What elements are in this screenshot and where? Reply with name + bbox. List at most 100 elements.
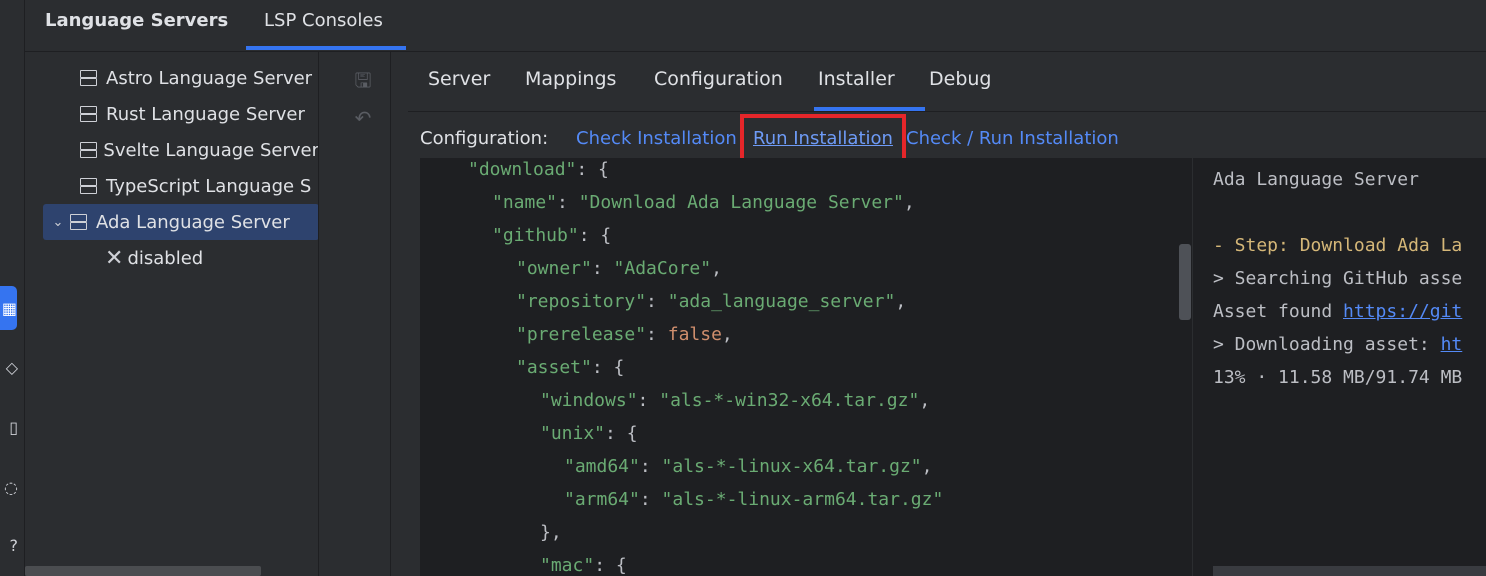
tree-item-typescript[interactable]: TypeScript Language S (25, 168, 318, 204)
json-key: "amd64" (564, 456, 640, 477)
json-punct: : (646, 324, 668, 345)
console-text: - Step: Download Ada La (1213, 235, 1463, 256)
console-text: 13% · 11.58 MB/91.74 MB (1213, 367, 1463, 388)
tab-server[interactable]: Server (428, 68, 490, 90)
console-line: 13% · 11.58 MB/91.74 MB (1213, 368, 1462, 392)
code-line: "asset": { (516, 358, 624, 391)
tree-item-rust[interactable]: Rust Language Server (25, 96, 318, 132)
json-punct: : (646, 291, 668, 312)
check-run-installation-link[interactable]: Check / Run Installation (906, 128, 1119, 149)
json-punct: , (721, 324, 733, 345)
json-key: "owner" (516, 258, 592, 279)
json-punct: , (895, 291, 907, 312)
console-link[interactable]: ht (1441, 334, 1463, 355)
code-line: "github": { (492, 226, 611, 259)
json-punct: , (921, 456, 933, 477)
code-line: "repository": "ada_language_server", (516, 292, 906, 325)
json-key: "windows" (540, 390, 638, 411)
json-key: "asset" (516, 357, 592, 378)
json-key: "repository" (516, 291, 647, 312)
save-icon[interactable]: 🖫 (351, 68, 375, 92)
json-punct: : (591, 258, 614, 279)
code-line: "arm64": "als-*-linux-arm64.tar.gz" (564, 490, 943, 523)
tree-item-label: Ada Language Server (96, 211, 290, 233)
console-text: > Downloading asset: (1213, 334, 1441, 355)
installer-json-editor[interactable]: "download": {"name": "Download Ada Langu… (420, 158, 1192, 576)
tree-item-label: TypeScript Language S (106, 175, 312, 197)
language-server-tree: Astro Language Server Rust Language Serv… (25, 52, 319, 576)
active-subtab-indicator (814, 107, 925, 111)
tree-item-label: Astro Language Server (106, 67, 313, 89)
json-string: "als-*-win32-x64.tar.gz" (659, 390, 920, 411)
console-line: > Downloading asset: ht (1213, 335, 1462, 359)
structure-icon[interactable]: ▦ (0, 286, 17, 330)
server-icon (79, 141, 98, 159)
json-punct: , (711, 258, 722, 279)
json-punct: }, (540, 522, 562, 543)
json-key: "mac" (540, 555, 595, 576)
json-punct: : (639, 456, 662, 477)
console-line: Ada Language Server (1213, 170, 1419, 194)
server-icon (69, 213, 88, 231)
code-line: "amd64": "als-*-linux-x64.tar.gz", (564, 457, 932, 490)
json-string: "als-*-linux-x64.tar.gz" (661, 456, 922, 477)
tree-item-label: Svelte Language Server (103, 139, 319, 161)
json-key: "prerelease" (516, 324, 647, 345)
json-key: "github" (492, 225, 579, 246)
json-punct: , (903, 192, 915, 213)
check-installation-link[interactable]: Check Installation (576, 128, 737, 149)
json-key: "download" (468, 159, 577, 180)
tree-item-astro[interactable]: Astro Language Server (25, 60, 318, 96)
installer-console[interactable]: Ada Language Server - Step: Download Ada … (1193, 158, 1486, 576)
json-punct: : (637, 390, 660, 411)
code-line: "prerelease": false, (516, 325, 733, 358)
console-line: - Step: Download Ada La (1213, 236, 1462, 260)
problems-icon[interactable]: ◌ (0, 472, 18, 502)
detail-tabs: Server Mappings Configuration Installer … (408, 52, 1486, 112)
code-line: "download": { (468, 160, 609, 193)
server-icon (79, 105, 98, 123)
json-punct: : { (578, 225, 612, 246)
json-punct: : { (576, 159, 609, 180)
code-line: "mac": { (540, 556, 627, 576)
json-key: "unix" (540, 423, 606, 444)
tab-mappings[interactable]: Mappings (525, 68, 616, 90)
services-icon[interactable]: ◇ (0, 352, 18, 382)
close-icon: ✕ (105, 245, 124, 271)
active-tab-indicator (246, 46, 406, 50)
vertical-scrollbar[interactable] (1179, 244, 1191, 320)
tree-item-label: disabled (127, 247, 204, 269)
undo-icon[interactable]: ↶ (351, 106, 375, 130)
tree-item-svelte[interactable]: Svelte Language Server (25, 132, 319, 168)
tab-language-servers[interactable]: Language Servers (27, 0, 246, 52)
tree-item-disabled[interactable]: ✕ disabled (25, 240, 318, 276)
json-string: "als-*-linux-arm64.tar.gz" (661, 489, 944, 510)
console-line: > Searching GitHub asse (1213, 269, 1462, 293)
horizontal-scrollbar[interactable] (1213, 566, 1486, 576)
json-key: "arm64" (564, 489, 640, 510)
chevron-down-icon[interactable]: ⌄ (47, 215, 69, 230)
action-toolbar: 🖫 ↶ (319, 52, 391, 576)
tab-lsp-consoles[interactable]: LSP Consoles (246, 0, 401, 52)
tab-installer[interactable]: Installer (818, 68, 895, 90)
tool-window-strip: ▦ ◇ ▯ ◌ ? (0, 0, 25, 576)
help-icon[interactable]: ? (0, 530, 19, 560)
tab-debug[interactable]: Debug (929, 68, 991, 90)
horizontal-scrollbar[interactable] (25, 566, 261, 576)
code-line: "name": "Download Ada Language Server", (492, 193, 915, 226)
json-punct: , (919, 390, 931, 411)
code-line: "owner": "AdaCore", (516, 259, 722, 292)
json-string: "ada_language_server" (667, 291, 896, 312)
json-string: "Download Ada Language Server" (578, 192, 904, 213)
tab-configuration[interactable]: Configuration (654, 68, 783, 90)
code-line: }, (540, 523, 562, 556)
terminal-icon[interactable]: ▯ (0, 412, 18, 442)
server-icon (79, 177, 98, 195)
configuration-label: Configuration: (420, 128, 549, 149)
tree-item-ada[interactable]: ⌄ Ada Language Server (43, 204, 318, 240)
tree-item-label: Rust Language Server (106, 103, 305, 125)
console-link[interactable]: https://git (1343, 301, 1462, 322)
json-punct: : { (605, 423, 638, 444)
json-punct: : (557, 192, 579, 213)
json-punct: : { (594, 555, 627, 576)
